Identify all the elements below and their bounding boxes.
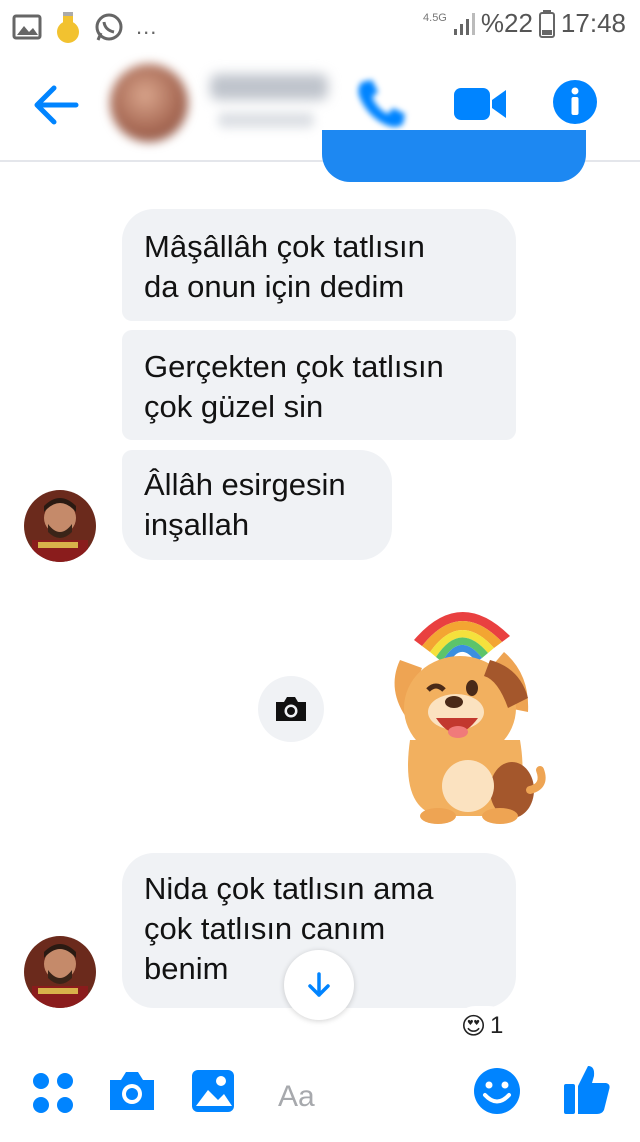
sticker-image <box>394 611 546 824</box>
message-text: Âllâh esirgesin <box>144 467 346 502</box>
status-bar: ... 4.5G %22 17:48 <box>0 0 640 52</box>
reaction-count: 1 <box>490 1012 504 1039</box>
message-text: çok güzel sin <box>144 389 324 424</box>
battery-icon <box>538 9 555 38</box>
like-button[interactable] <box>562 1062 612 1121</box>
video-camera-icon <box>454 88 506 120</box>
contact-name[interactable] <box>210 74 328 100</box>
puppy-rainbow-sticker[interactable] <box>380 590 550 830</box>
active-status <box>218 112 314 128</box>
battery-percent: %22 <box>480 8 533 38</box>
gallery-notification-icon <box>12 14 42 40</box>
whatsapp-notification-icon <box>95 13 123 41</box>
message-text: da onun için dedim <box>144 269 405 304</box>
clock: 17:48 <box>560 8 626 38</box>
incoming-message[interactable]: Gerçekten çok tatlısın çok güzel sin <box>122 330 516 440</box>
avatar-image <box>24 936 96 1008</box>
phone-icon <box>358 80 405 127</box>
arrow-down-icon <box>308 972 330 997</box>
incoming-message[interactable]: Âllâh esirgesin inşallah <box>122 450 392 560</box>
message-text: Gerçekten çok tatlısın <box>144 349 444 384</box>
contact-avatar-small[interactable] <box>24 490 96 562</box>
message-text: çok tatlısın canım <box>144 911 386 946</box>
back-button[interactable] <box>28 80 84 130</box>
network-type: 4.5G <box>423 11 447 24</box>
gallery-button[interactable] <box>190 1068 236 1119</box>
camera-icon <box>276 697 306 721</box>
image-icon <box>192 1070 234 1112</box>
video-call-button[interactable] <box>452 84 510 124</box>
info-icon <box>553 80 597 124</box>
smiley-icon <box>474 1068 520 1114</box>
signal-icon <box>453 12 475 35</box>
four-dots-icon <box>33 1073 73 1113</box>
more-notifications-text: ... <box>136 14 158 39</box>
scroll-to-bottom-button[interactable] <box>284 950 354 1020</box>
arrow-left-icon <box>34 85 79 125</box>
conversation-info-button[interactable] <box>552 79 598 125</box>
lightbulb-notification-icon <box>57 12 79 43</box>
contact-avatar[interactable] <box>110 64 188 142</box>
camera-button[interactable] <box>106 1068 158 1119</box>
message-text: inşallah <box>144 507 250 542</box>
contact-avatar-small[interactable] <box>24 936 96 1008</box>
message-reaction[interactable]: 😍 1 <box>455 1006 510 1046</box>
outgoing-message-bubble[interactable] <box>322 130 586 182</box>
message-text: Nida çok tatlısın ama <box>144 871 434 906</box>
avatar-image <box>24 490 96 562</box>
emoji-button[interactable] <box>472 1066 522 1121</box>
camera-share-button[interactable] <box>258 676 324 742</box>
message-text: Mâşâllâh çok tatlısın <box>144 229 425 264</box>
voice-call-button[interactable] <box>348 72 412 136</box>
camera-icon <box>110 1072 154 1110</box>
incoming-message[interactable]: Mâşâllâh çok tatlısın da onun için dedim <box>122 209 516 321</box>
thumbs-up-icon <box>564 1066 610 1114</box>
message-input[interactable] <box>262 1066 468 1128</box>
message-composer <box>0 1050 640 1142</box>
heart-eyes-emoji: 😍 <box>461 1012 487 1040</box>
more-actions-button[interactable] <box>30 1070 76 1121</box>
